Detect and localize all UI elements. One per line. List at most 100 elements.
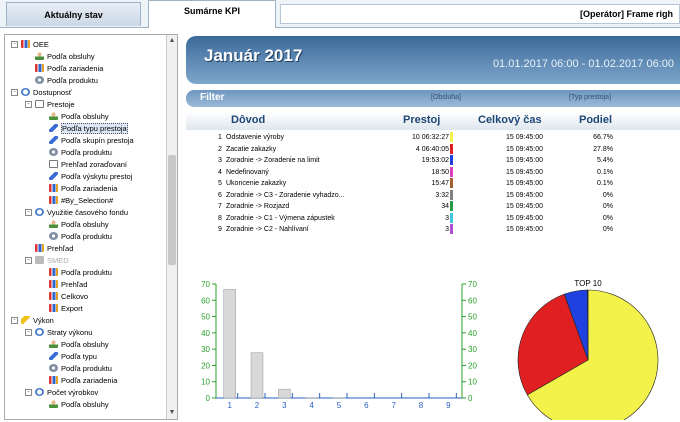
col-share[interactable]: Podiel: [579, 114, 612, 126]
row-downtime: 15:47: [431, 178, 449, 189]
tree-item[interactable]: -Prestoje: [35, 99, 75, 110]
tree-item[interactable]: Prehľad: [49, 279, 87, 290]
tree-item[interactable]: Prehľad zoraďovaní: [49, 159, 127, 170]
tree-item[interactable]: Podľa zariadenia: [35, 63, 103, 74]
tree-item[interactable]: Podľa obsluhy: [35, 51, 95, 62]
row-number: 7: [218, 201, 222, 212]
tab-summary-kpi[interactable]: Sumárne KPI: [148, 0, 276, 28]
tree-item[interactable]: #By_Selection#: [49, 195, 113, 206]
tree-toggle-icon[interactable]: -: [11, 317, 18, 324]
tree-toggle-icon[interactable]: -: [25, 101, 32, 108]
row-number: 5: [218, 178, 222, 189]
tree-item[interactable]: Podľa obsluhy: [49, 339, 109, 350]
y-tick-label-right: 60: [468, 296, 477, 305]
tree-item[interactable]: -SMED: [35, 255, 69, 266]
tree-item[interactable]: Podľa obsluhy: [49, 219, 109, 230]
tree-item[interactable]: Podľa výskytu prestoj: [49, 171, 132, 182]
scroll-thumb[interactable]: [168, 155, 176, 265]
row-total: 15 09:45:00: [506, 144, 543, 155]
chart-icon: [35, 244, 44, 252]
col-reason[interactable]: Dôvod: [231, 114, 265, 126]
row-share: 66.7%: [593, 132, 613, 143]
tree-item[interactable]: Podľa produktu: [49, 363, 112, 374]
row-total: 15 09:45:00: [506, 155, 543, 166]
bar: [251, 353, 263, 398]
table-row[interactable]: 1Odstavenie výroby10 06:32:2715 09:45:00…: [186, 132, 680, 143]
scroll-up-icon[interactable]: ▲: [168, 37, 176, 45]
tree-toggle-icon[interactable]: -: [11, 41, 18, 48]
tree-item[interactable]: Podľa zariadenia: [49, 375, 117, 386]
row-number: 9: [218, 224, 222, 235]
tree-item[interactable]: Podľa produktu: [49, 231, 112, 242]
tree-item-label: Celkovo: [61, 292, 88, 301]
y-tick-label: 0: [206, 394, 211, 403]
tree-item[interactable]: Celkovo: [49, 291, 88, 302]
tree-item[interactable]: Podľa obsluhy: [49, 399, 109, 410]
row-total: 15 09:45:00: [506, 213, 543, 224]
tree-item[interactable]: -Využitie časového fondu: [35, 207, 128, 218]
tree-item-label: SMED: [47, 256, 69, 265]
tree-item[interactable]: Podľa typu: [49, 351, 97, 362]
tree-item-label: Prehľad: [47, 244, 73, 253]
tree-item[interactable]: -Straty výkonu: [35, 327, 92, 338]
tree-item[interactable]: Podľa typu prestoja: [49, 123, 128, 134]
color-swatch: [450, 213, 453, 223]
tree-toggle-icon[interactable]: -: [25, 329, 32, 336]
tree-item[interactable]: Podľa obsluhy: [49, 111, 109, 122]
tree-item[interactable]: -Výkon: [21, 315, 54, 326]
tree-item[interactable]: -Počet výrobkov: [35, 387, 98, 398]
tree-item[interactable]: Podľa skupín prestoja: [49, 135, 134, 146]
color-swatch: [450, 178, 453, 188]
tree-toggle-icon[interactable]: -: [11, 89, 18, 96]
row-reason: Zoradnie -> C2 - Nahlívaní: [226, 224, 309, 235]
table-row[interactable]: 8Zoradnie -> C1 - Výmena zápustek315 09:…: [186, 213, 680, 224]
tree-item-label: Podľa produktu: [61, 364, 112, 373]
tree-item[interactable]: -Dostupnosť: [21, 87, 72, 98]
tree-item[interactable]: Export: [49, 303, 83, 314]
tree-item-label: Podľa obsluhy: [61, 400, 109, 409]
tree-toggle-icon[interactable]: -: [25, 389, 32, 396]
table-row[interactable]: 2Zacatie zakazky4 06:40:0515 09:45:0027.…: [186, 144, 680, 155]
charts: 001010202030304040505060607070123456789T…: [186, 274, 680, 420]
color-swatch: [450, 144, 453, 154]
row-share: 0%: [603, 190, 613, 201]
row-downtime: 4 06:40:05: [416, 144, 449, 155]
table-row[interactable]: 7Zoradnie -> Rozjazd3415 09:45:000%: [186, 201, 680, 212]
filter-operator[interactable]: [Obsluha]: [431, 94, 461, 101]
tree-item[interactable]: Podľa produktu: [49, 267, 112, 278]
tree-item-label: Počet výrobkov: [47, 388, 98, 397]
col-downtime[interactable]: Prestoj: [403, 114, 440, 126]
tree-toggle-icon[interactable]: -: [25, 209, 32, 216]
clock-icon: [35, 328, 44, 336]
tab-current-state[interactable]: Aktuálny stav: [6, 2, 141, 26]
color-swatch: [450, 167, 453, 177]
tree-item[interactable]: Podľa produktu: [49, 147, 112, 158]
table-row[interactable]: 3Zoradnie -> Zoradenie na limit19:53:021…: [186, 155, 680, 166]
page-title: Január 2017: [204, 46, 302, 66]
table-row[interactable]: 5Ukoncenie zakazky15:4715 09:45:000.1%: [186, 178, 680, 189]
row-number: 6: [218, 190, 222, 201]
filter-type[interactable]: [Typ prestoja]: [569, 94, 611, 101]
operator-bar: [Operátor] Frame righ: [280, 4, 680, 24]
tree-item[interactable]: Podľa zariadenia: [49, 183, 117, 194]
col-total[interactable]: Celkový čas: [478, 114, 542, 126]
row-number: 4: [218, 167, 222, 178]
person-icon: [49, 340, 58, 348]
row-total: 15 09:45:00: [506, 190, 543, 201]
tree-item[interactable]: Podľa produktu: [35, 75, 98, 86]
x-tick-label: 4: [309, 401, 314, 410]
table-row[interactable]: 9Zoradnie -> C2 - Nahlívaní315 09:45:000…: [186, 224, 680, 235]
filter-bar[interactable]: Filter [Obsluha] [Typ prestoja]: [186, 90, 680, 107]
tree-scrollbar[interactable]: ▲ ▼: [166, 35, 177, 419]
table-row[interactable]: 4Nedefinovaný18:5015 09:45:000.1%: [186, 167, 680, 178]
gear-icon: [35, 76, 44, 84]
tree-item[interactable]: -OEE: [21, 39, 49, 50]
row-share: 5.4%: [597, 155, 613, 166]
tree-item[interactable]: Prehľad: [35, 243, 73, 254]
scroll-down-icon[interactable]: ▼: [168, 409, 176, 417]
clock-icon: [21, 88, 30, 96]
row-downtime: 18:50: [431, 167, 449, 178]
tree-toggle-icon[interactable]: -: [25, 257, 32, 264]
tree-item-label: Podľa produktu: [61, 232, 112, 241]
table-row[interactable]: 6Zoradnie -> C3 - Zoradenie vyhadzo...3:…: [186, 190, 680, 201]
